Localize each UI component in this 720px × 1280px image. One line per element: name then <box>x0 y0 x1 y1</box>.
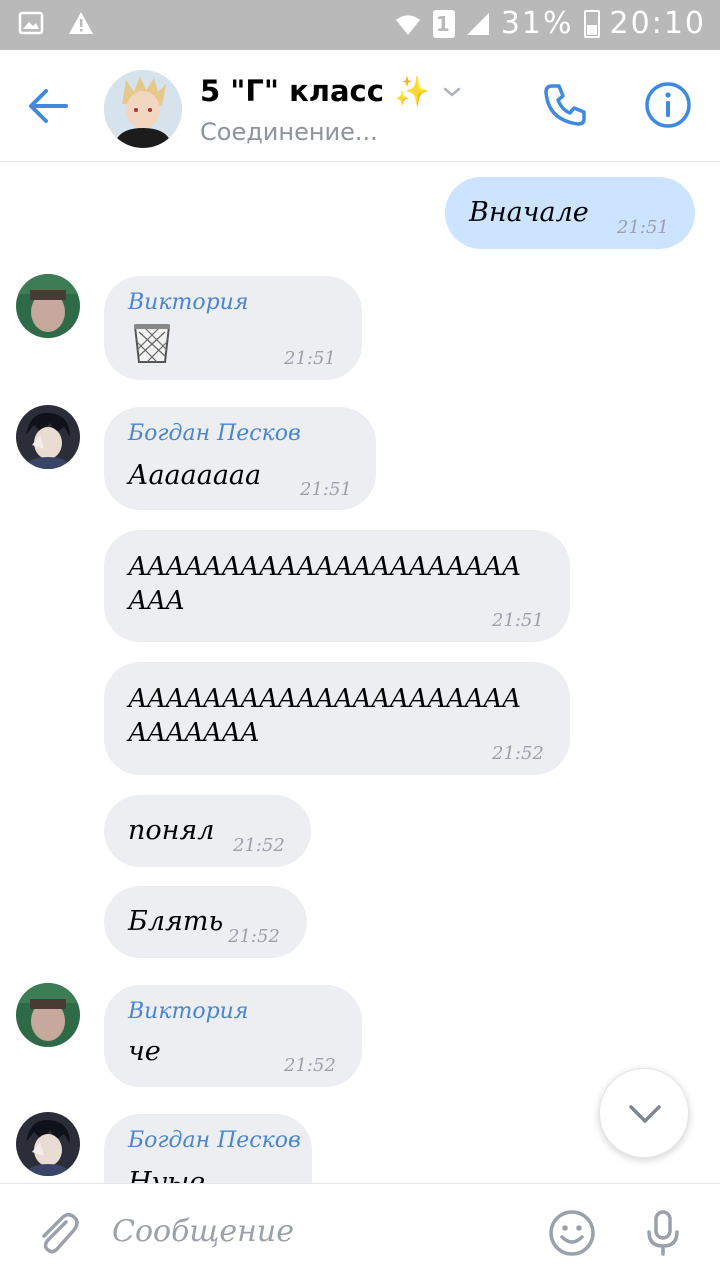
message-text: ААААААААААААААААААААА ААААААА <box>128 684 521 748</box>
attach-icon[interactable] <box>32 1208 82 1258</box>
message-time: 21:51 <box>284 348 336 369</box>
message-bubble[interactable]: Богдан Песков Ааааaааа 21:51 <box>104 407 376 510</box>
avatar[interactable] <box>16 405 80 469</box>
avatar[interactable] <box>16 983 80 1047</box>
avatar[interactable] <box>16 274 80 338</box>
message-bubble[interactable]: Блять 21:52 <box>104 886 307 958</box>
message-text: Ааааaааа <box>128 460 262 491</box>
message-time: 21:51 <box>617 217 669 238</box>
wifi-icon <box>395 14 420 35</box>
message-bubble[interactable]: Виктория 21:51 <box>104 276 362 380</box>
gallery-notification-icon <box>18 11 44 35</box>
message-text: Вначале <box>469 197 589 228</box>
chat-title[interactable]: 5 "Г" класс ✨ <box>200 74 464 109</box>
message-time: 21:52 <box>492 743 544 764</box>
battery-charging-icon <box>583 9 600 38</box>
message-time: 21:52 <box>228 926 280 947</box>
message-time: 21:52 <box>233 835 285 856</box>
message-composer: Сообщение <box>0 1183 720 1280</box>
connection-status: Соединение... <box>200 118 378 146</box>
clock: 20:10 <box>609 6 706 41</box>
message-bubble[interactable]: Виктория че 21:52 <box>104 985 362 1087</box>
chat-title-text: 5 "Г" класс ✨ <box>200 74 431 108</box>
message-author: Богдан Песков <box>128 421 301 446</box>
chevron-down-icon <box>629 1105 661 1123</box>
phone-icon[interactable] <box>540 80 590 130</box>
message-text: понял <box>128 815 215 846</box>
battery-percent: 31% <box>500 6 574 41</box>
microphone-icon[interactable] <box>638 1208 688 1258</box>
message-time: 21:52 <box>284 1055 336 1076</box>
message-bubble[interactable]: понял 21:52 <box>104 795 311 867</box>
message-bubble[interactable]: ААААААААААААААААААААА ААА 21:51 <box>104 530 570 642</box>
chat-avatar[interactable] <box>104 70 182 148</box>
status-bar: 1 31% 20:10 <box>0 0 720 50</box>
message-time: 21:51 <box>492 610 544 631</box>
message-text: Блять <box>128 906 224 937</box>
message-bubble-outgoing[interactable]: Вначале 21:51 <box>445 177 695 249</box>
avatar[interactable] <box>16 1112 80 1176</box>
chevron-down-icon[interactable] <box>440 80 464 104</box>
trash-bin-icon <box>133 324 171 363</box>
sim-slot-icon: 1 <box>432 9 455 38</box>
message-bubble[interactable]: ААААААААААААААААААААА ААААААА 21:52 <box>104 662 570 775</box>
scroll-to-bottom-button[interactable] <box>599 1068 689 1158</box>
signal-icon <box>466 12 489 35</box>
message-text: че <box>128 1036 161 1067</box>
message-time: 21:51 <box>300 479 352 500</box>
warning-icon <box>69 12 93 34</box>
back-arrow-icon[interactable] <box>26 86 70 126</box>
emoji-icon[interactable] <box>547 1208 597 1258</box>
chat-header: 5 "Г" класс ✨ Соединение... <box>0 50 720 162</box>
message-text: ААААААААААААААААААААА ААА <box>128 552 521 616</box>
info-icon[interactable] <box>643 80 693 130</box>
message-author: Богдан Песков <box>128 1128 301 1153</box>
message-author: Виктория <box>128 999 249 1024</box>
message-input[interactable]: Сообщение <box>112 1214 294 1249</box>
message-author: Виктория <box>128 290 249 315</box>
